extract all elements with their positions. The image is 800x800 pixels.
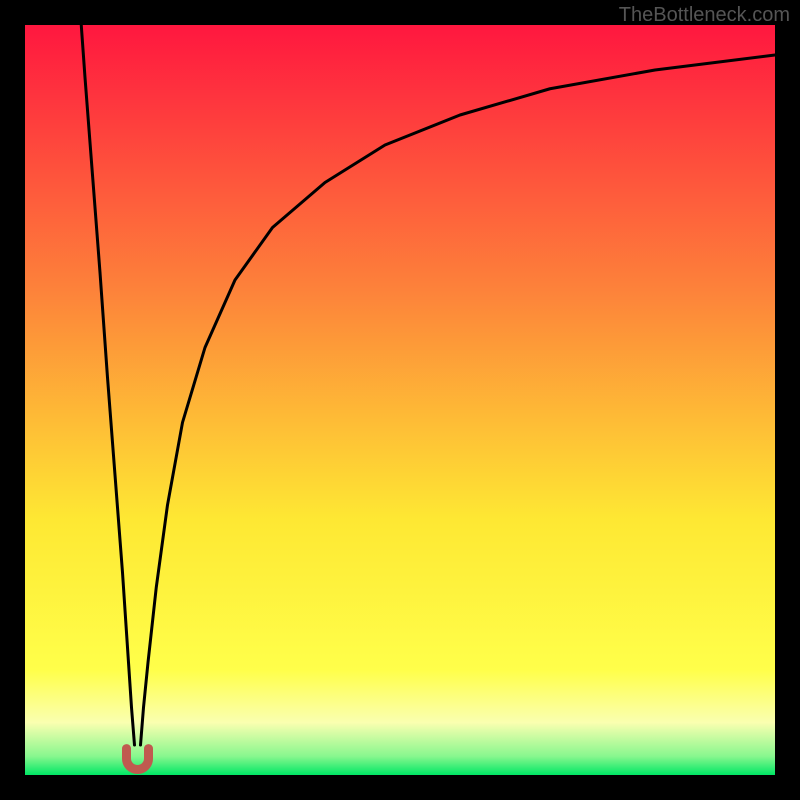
chart-container [25, 25, 775, 775]
chart-svg [25, 25, 775, 775]
attribution-label: TheBottleneck.com [619, 4, 790, 27]
